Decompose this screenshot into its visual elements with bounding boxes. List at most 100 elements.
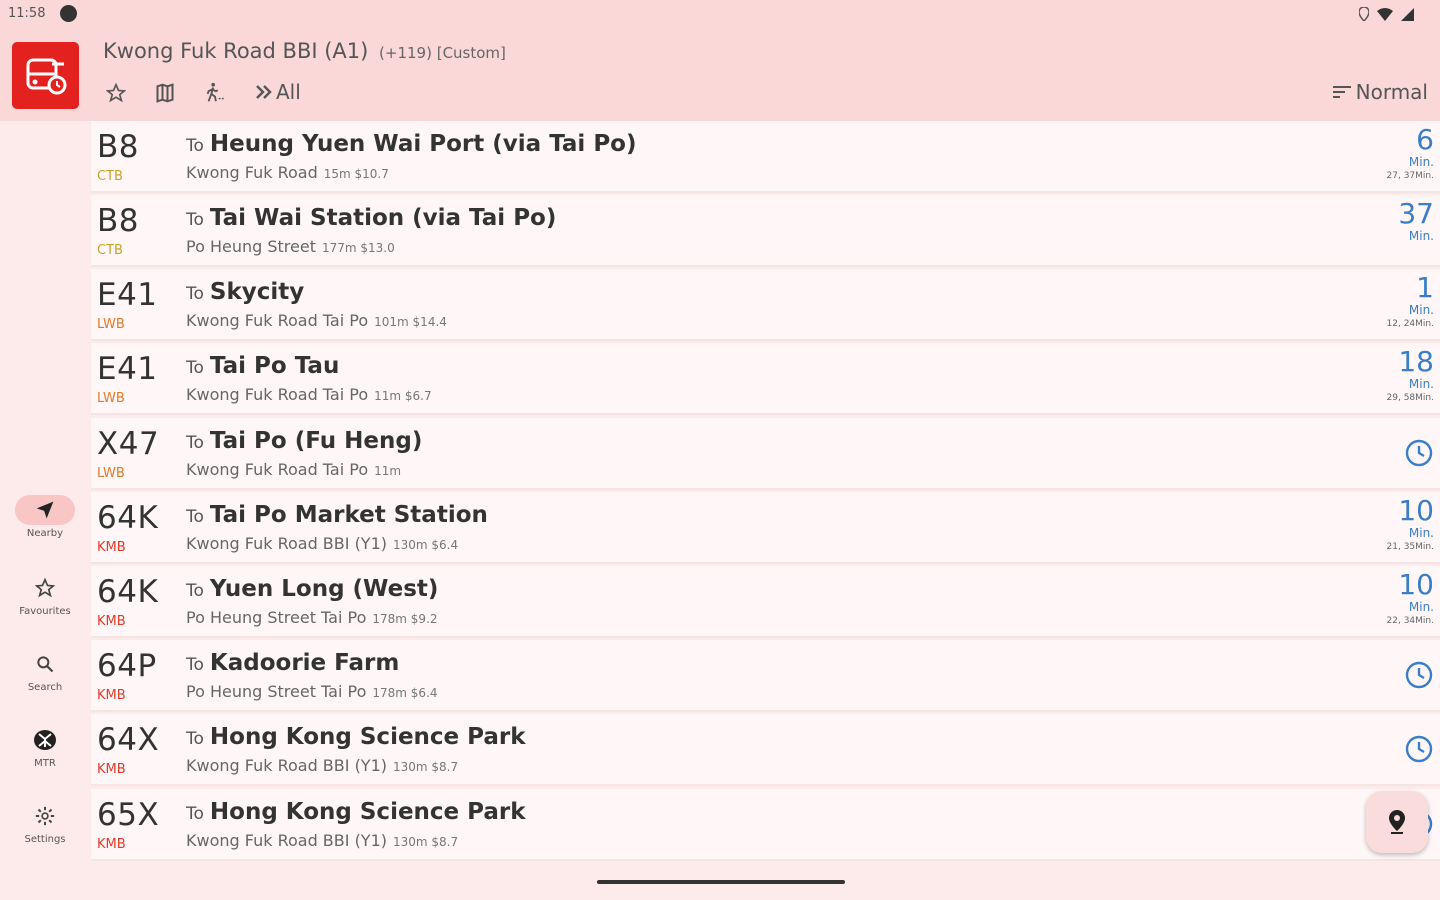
- schedule-clock-icon: [1404, 734, 1434, 768]
- stop-name: Kwong Fuk Road Tai Po: [186, 311, 369, 330]
- stop-distance-fare: 11m: [374, 464, 402, 478]
- destination-name: Kadoorie Farm: [209, 650, 400, 676]
- map-icon: [156, 83, 174, 103]
- company-label: CTB: [97, 169, 123, 184]
- sort-lines-icon: [1332, 86, 1351, 98]
- destination-name: Tai Po Tau: [209, 353, 340, 379]
- stop-distance-fare: 15m $10.7: [323, 167, 389, 181]
- destination: To Tai Po Tau: [186, 353, 339, 379]
- eta-unit: Min.: [1408, 600, 1434, 614]
- route-row[interactable]: 65X KMB To Hong Kong Science Park Kwong Fuk …: [91, 789, 1440, 861]
- destination-name: Hong Kong Science Park: [209, 724, 526, 750]
- route-row[interactable]: E41 LWB To Tai Po Tau Kwong Fuk Road Tai Po 1…: [91, 343, 1440, 415]
- destination-name: Heung Yuen Wai Port (via Tai Po): [209, 131, 637, 157]
- route-number: 64K: [97, 500, 159, 536]
- destination-prefix: To: [186, 729, 204, 749]
- route-row[interactable]: 64X KMB To Hong Kong Science Park Kwong Fuk …: [91, 714, 1440, 786]
- all-filter-button[interactable]: All: [255, 80, 301, 104]
- route-row[interactable]: X47 LWB To Tai Po (Fu Heng) Kwong Fuk Road T…: [91, 418, 1440, 490]
- double-chevron-right-icon: [256, 85, 272, 99]
- stop-title-extra: (+119) [Custom]: [379, 44, 506, 62]
- route-number: 64K: [97, 574, 159, 610]
- star-icon: [15, 573, 75, 603]
- route-number: E41: [97, 277, 158, 313]
- route-row[interactable]: E41 LWB To Skycity Kwong Fuk Road Tai Po 101m…: [91, 269, 1440, 341]
- route-number: E41: [97, 351, 158, 387]
- eta-block: 1 Min. 12, 24Min.: [1387, 273, 1434, 331]
- eta-unit: Min.: [1408, 155, 1434, 169]
- route-list: B8 CTB To Heung Yuen Wai Port (via Tai Po) K…: [91, 121, 1440, 865]
- stop-distance-fare: 178m $9.2: [372, 612, 438, 626]
- stop-info: Kwong Fuk Road BBI (Y1) 130m $6.4: [186, 534, 458, 553]
- destination-name: Tai Wai Station (via Tai Po): [209, 205, 557, 231]
- eta-minutes: 10: [1398, 568, 1434, 601]
- stop-info: Kwong Fuk Road BBI (Y1) 130m $8.7: [186, 756, 458, 775]
- destination-prefix: To: [186, 284, 204, 304]
- status-icons: [1359, 5, 1414, 23]
- status-bar: 11:58: [0, 0, 1440, 28]
- destination-prefix: To: [186, 581, 204, 601]
- destination: To Heung Yuen Wai Port (via Tai Po): [186, 131, 637, 157]
- destination-prefix: To: [186, 507, 204, 527]
- eta-block: 6 Min. 27, 37Min.: [1387, 125, 1434, 183]
- destination: To Yuen Long (West): [186, 576, 438, 602]
- location-status-icon: [1359, 7, 1369, 21]
- nav-item-favourites[interactable]: Favourites: [0, 573, 90, 617]
- destination: To Hong Kong Science Park: [186, 799, 526, 825]
- stop-distance-fare: 101m $14.4: [374, 315, 447, 329]
- stop-distance-fare: 130m $6.4: [393, 538, 459, 552]
- route-row[interactable]: B8 CTB To Tai Wai Station (via Tai Po) Po He…: [91, 195, 1440, 267]
- search-icon: [15, 649, 75, 679]
- eta-next: 27, 37Min.: [1386, 171, 1434, 181]
- nav-item-settings[interactable]: Settings: [0, 801, 90, 845]
- destination-name: Tai Po (Fu Heng): [209, 428, 423, 454]
- eta-unit: Min.: [1408, 303, 1434, 317]
- eta-block: 10 Min. 22, 34Min.: [1387, 570, 1434, 628]
- nav-item-nearby[interactable]: Nearby: [0, 495, 90, 539]
- schedule-clock-icon: [1404, 438, 1434, 472]
- nav-label-favourites: Favourites: [19, 606, 71, 617]
- route-row[interactable]: 64K KMB To Yuen Long (West) Po Heung Street …: [91, 566, 1440, 638]
- eta-minutes: 37: [1398, 197, 1434, 230]
- stop-name: Kwong Fuk Road Tai Po: [186, 385, 369, 404]
- destination-prefix: To: [186, 136, 204, 156]
- route-number: 64P: [97, 648, 157, 684]
- route-row[interactable]: 64K KMB To Tai Po Market Station Kwong Fuk R…: [91, 492, 1440, 564]
- mtr-icon: [15, 725, 75, 755]
- route-row[interactable]: 64P KMB To Kadoorie Farm Po Heung Street Tai…: [91, 640, 1440, 712]
- stop-name: Kwong Fuk Road Tai Po: [186, 460, 369, 479]
- destination-prefix: To: [186, 655, 204, 675]
- route-number: 65X: [97, 797, 160, 833]
- destination: To Tai Wai Station (via Tai Po): [186, 205, 556, 231]
- favourite-star-button[interactable]: [103, 80, 129, 106]
- stop-distance-fare: 11m $6.7: [374, 389, 432, 403]
- stop-info: Kwong Fuk Road Tai Po 11m: [186, 460, 401, 479]
- stop-info: Po Heung Street 177m $13.0: [186, 237, 395, 256]
- status-time: 11:58: [8, 6, 46, 21]
- nav-item-mtr[interactable]: MTR: [0, 725, 90, 769]
- stop-distance-fare: 130m $8.7: [393, 835, 459, 849]
- destination: To Kadoorie Farm: [186, 650, 399, 676]
- destination: To Hong Kong Science Park: [186, 724, 526, 750]
- all-filter-label: All: [276, 80, 301, 104]
- wifi-icon: [1377, 7, 1393, 21]
- walk-button[interactable]: [202, 80, 228, 106]
- eta-minutes: 6: [1416, 123, 1434, 156]
- location-fab-button[interactable]: [1366, 791, 1428, 853]
- company-label: KMB: [97, 762, 126, 777]
- company-label: LWB: [97, 317, 125, 332]
- bus-logo-icon: [26, 58, 66, 94]
- company-label: KMB: [97, 688, 126, 703]
- eta-block: 10 Min. 21, 35Min.: [1387, 496, 1434, 554]
- nav-label-settings: Settings: [24, 834, 66, 845]
- map-button[interactable]: [152, 80, 178, 106]
- home-indicator[interactable]: [597, 880, 845, 884]
- stop-info: Kwong Fuk Road Tai Po 11m $6.7: [186, 385, 432, 404]
- nav-item-search[interactable]: Search: [0, 649, 90, 693]
- nav-label-search: Search: [27, 682, 63, 693]
- app-logo[interactable]: [12, 42, 79, 109]
- stop-name: Po Heung Street Tai Po: [186, 608, 367, 627]
- route-row[interactable]: B8 CTB To Heung Yuen Wai Port (via Tai Po) K…: [91, 121, 1440, 193]
- stop-name: Po Heung Street: [186, 237, 316, 256]
- sort-button[interactable]: Normal: [1332, 80, 1428, 104]
